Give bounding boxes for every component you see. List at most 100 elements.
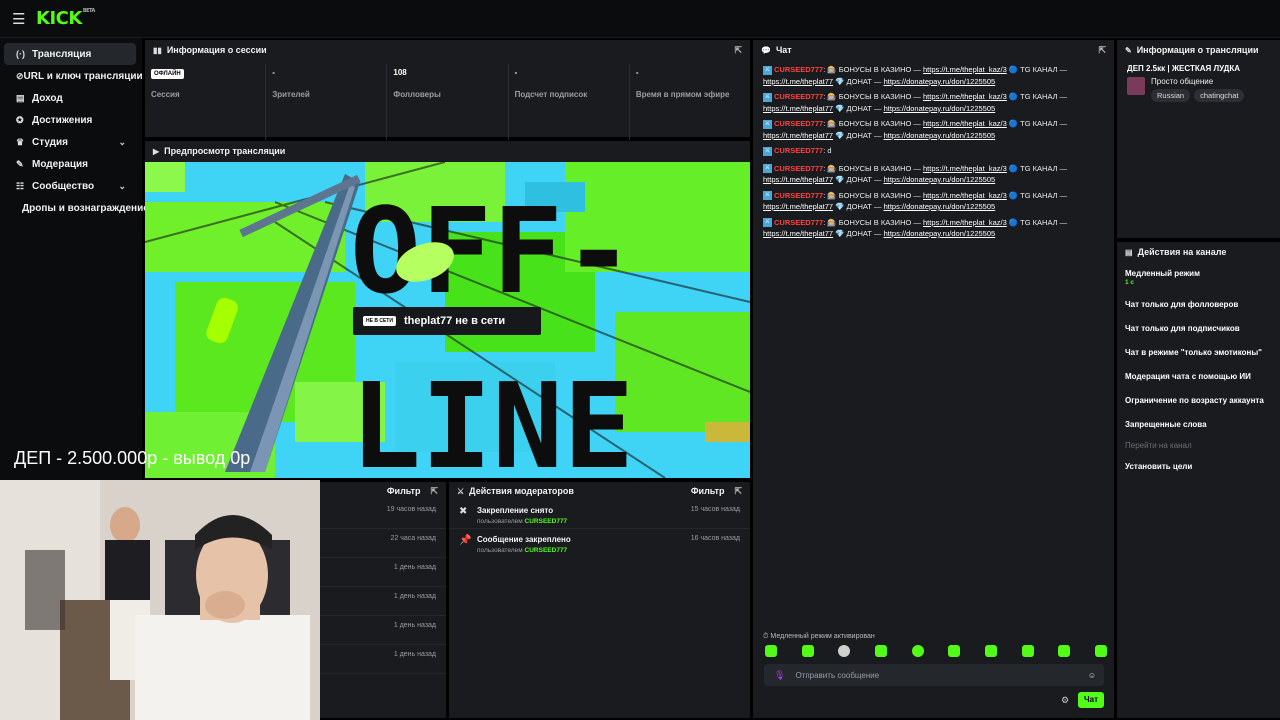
- action-slow-mode[interactable]: Медленный режим 1 с: [1117, 262, 1280, 292]
- tag-chip[interactable]: chatingchat: [1194, 89, 1245, 102]
- offline-badge: НЕ В СЕТИ: [363, 316, 396, 326]
- panel-header: ▮▮ Информация о сессии ⇱: [145, 40, 750, 60]
- sidebar-item-label: Доход: [32, 92, 63, 104]
- emoji-icon[interactable]: ☺: [1088, 671, 1096, 680]
- emote-icon[interactable]: [984, 645, 997, 657]
- clock-icon: ⏱: [763, 633, 769, 640]
- moderator-icon: ⚔: [763, 119, 772, 129]
- emote-icon[interactable]: [838, 645, 851, 657]
- chat-username[interactable]: CURSEED777: [774, 119, 823, 128]
- stream-title: ДЕП 2.5кк | ЖЕСТКАЯ ЛУДКА: [1127, 64, 1241, 73]
- chat-link[interactable]: https://t.me/theplat77: [763, 175, 833, 184]
- sidebar-item-community[interactable]: ☷ Сообщество ⌄: [4, 175, 136, 197]
- action-go-to-channel[interactable]: Перейти на канал: [1117, 436, 1280, 454]
- row-time: 1 день назад: [393, 564, 436, 571]
- gear-icon[interactable]: ⚙: [1061, 695, 1069, 706]
- chat-link[interactable]: https://t.me/theplat_kaz/3: [923, 191, 1007, 200]
- chat-link[interactable]: https://t.me/theplat_kaz/3: [923, 218, 1007, 227]
- action-banned-words[interactable]: Запрещенные слова: [1117, 412, 1280, 436]
- panel-header: ▤ Действия на канале: [1117, 242, 1280, 262]
- emote-icon[interactable]: [1021, 645, 1034, 657]
- popout-icon[interactable]: ⇱: [734, 45, 742, 56]
- chat-username[interactable]: CURSEED777: [774, 65, 823, 74]
- emote-icon[interactable]: [1058, 645, 1071, 657]
- emote-icon[interactable]: [874, 645, 887, 657]
- tag-chip[interactable]: Russian: [1151, 89, 1191, 102]
- popout-icon[interactable]: ⇱: [1098, 45, 1106, 56]
- moderator-icon: ⚔: [763, 164, 772, 174]
- row-time: 1 день назад: [393, 622, 436, 629]
- chat-link[interactable]: https://t.me/theplat77: [763, 202, 833, 211]
- chat-username[interactable]: CURSEED777: [774, 218, 823, 227]
- moderator-icon: ⚔: [763, 92, 772, 102]
- chat-link[interactable]: https://t.me/theplat_kaz/3: [923, 92, 1007, 101]
- chat-link[interactable]: https://donatepay.ru/don/1225505: [884, 175, 996, 184]
- sidebar-item-label: Модерация: [32, 158, 89, 170]
- action-set-goals[interactable]: Установить цели: [1117, 454, 1280, 478]
- chat-link[interactable]: https://donatepay.ru/don/1225505: [884, 104, 996, 113]
- sidebar-item-achievements[interactable]: ✪ Достижения: [4, 109, 136, 131]
- sidebar-item-url-key[interactable]: ⊘ URL и ключ трансляции: [4, 65, 143, 87]
- chat-link[interactable]: https://t.me/theplat77: [763, 104, 833, 113]
- emote-icon[interactable]: [801, 645, 814, 657]
- popout-icon[interactable]: ⇱: [734, 486, 742, 497]
- stream-preview[interactable]: OFF- LINE НЕ В СЕТИ theplat77 не в сети: [145, 162, 750, 478]
- action-by: пользователем CURSEED777: [477, 547, 568, 554]
- chat-messages: ⚔ CURSEED777: 🎰 БОНУСЫ В КАЗИНО — https:/…: [753, 60, 1114, 240]
- chat-link[interactable]: https://t.me/theplat_kaz/3: [923, 119, 1007, 128]
- sidebar-item-moderation[interactable]: ✎ Модерация: [4, 153, 136, 175]
- row-time: 1 день назад: [393, 651, 436, 658]
- moderator-name[interactable]: CURSEED777: [525, 518, 568, 525]
- action-account-age[interactable]: Ограничение по возрасту аккаунта: [1117, 388, 1280, 412]
- chat-link[interactable]: https://donatepay.ru/don/1225505: [884, 202, 996, 211]
- chat-input[interactable]: 🎙 Отправить сообщение ☺: [764, 664, 1104, 686]
- filter-button[interactable]: Фильтр: [387, 486, 421, 496]
- category-thumbnail[interactable]: [1127, 77, 1145, 95]
- emote-icon[interactable]: [911, 645, 924, 657]
- action-emote-only[interactable]: Чат в режиме "только эмотиконы": [1117, 340, 1280, 364]
- action-followers-only[interactable]: Чат только для фолловеров: [1117, 292, 1280, 316]
- chat-link[interactable]: https://donatepay.ru/don/1225505: [884, 77, 996, 86]
- chat-link[interactable]: https://t.me/theplat77: [763, 229, 833, 238]
- chat-link[interactable]: https://t.me/theplat_kaz/3: [923, 164, 1007, 173]
- emote-icon[interactable]: [1094, 645, 1107, 657]
- emote-icon[interactable]: [948, 645, 961, 657]
- sidebar-item-drops[interactable]: Дропы и вознаграждение: [4, 197, 149, 219]
- preview-panel: ▶ Предпросмотр трансляции: [145, 141, 750, 162]
- chevron-down-icon[interactable]: ⌄: [118, 137, 126, 148]
- mic-icon[interactable]: 🎙: [774, 670, 785, 681]
- action-ai-moderation[interactable]: Модерация чата с помощью ИИ: [1117, 364, 1280, 388]
- category-name[interactable]: Просто общение: [1151, 77, 1248, 86]
- sidebar-item-stream[interactable]: (·) Трансляция: [4, 43, 136, 65]
- chat-username[interactable]: CURSEED777: [774, 92, 823, 101]
- offline-text: theplat77 не в сети: [403, 315, 506, 327]
- chat-link[interactable]: https://t.me/theplat77: [763, 131, 833, 140]
- sidebar-item-label: URL и ключ трансляции: [23, 70, 143, 82]
- kick-logo[interactable]: KICKBETA: [36, 8, 95, 29]
- chat-link[interactable]: https://t.me/theplat_kaz/3: [923, 65, 1007, 74]
- moderator-name[interactable]: CURSEED777: [525, 547, 568, 554]
- poster-text-off: OFF-: [350, 182, 634, 320]
- sidebar-item-label: Студия: [32, 136, 69, 148]
- panel-header: ✎ Информация о трансляции: [1117, 40, 1280, 60]
- action-subscribers-only[interactable]: Чат только для подписчиков: [1117, 316, 1280, 340]
- popout-icon[interactable]: ⇱: [430, 486, 438, 497]
- chat-username[interactable]: CURSEED777: [774, 191, 823, 200]
- chat-username[interactable]: CURSEED777: [774, 164, 823, 173]
- chat-username[interactable]: CURSEED777: [774, 146, 823, 155]
- menu-icon[interactable]: ☰: [12, 10, 32, 28]
- trophy-icon: ♛: [16, 136, 25, 147]
- chat-link[interactable]: https://t.me/theplat77: [763, 77, 833, 86]
- sword-icon: ⚔: [457, 486, 465, 496]
- filter-button[interactable]: Фильтр: [691, 486, 725, 496]
- sidebar-item-income[interactable]: ▤ Доход: [4, 87, 136, 109]
- chat-link[interactable]: https://donatepay.ru/don/1225505: [884, 131, 996, 140]
- chevron-down-icon[interactable]: ⌄: [118, 181, 126, 192]
- award-icon: ✪: [16, 114, 24, 125]
- stat-followers: 108 Фолловеры: [386, 64, 507, 140]
- chat-link[interactable]: https://donatepay.ru/don/1225505: [884, 229, 996, 238]
- send-chat-button[interactable]: Чат: [1078, 692, 1104, 708]
- stat-value: 108: [393, 68, 407, 77]
- emote-icon[interactable]: [765, 645, 777, 657]
- sidebar-item-studio[interactable]: ♛ Студия ⌄: [4, 131, 136, 153]
